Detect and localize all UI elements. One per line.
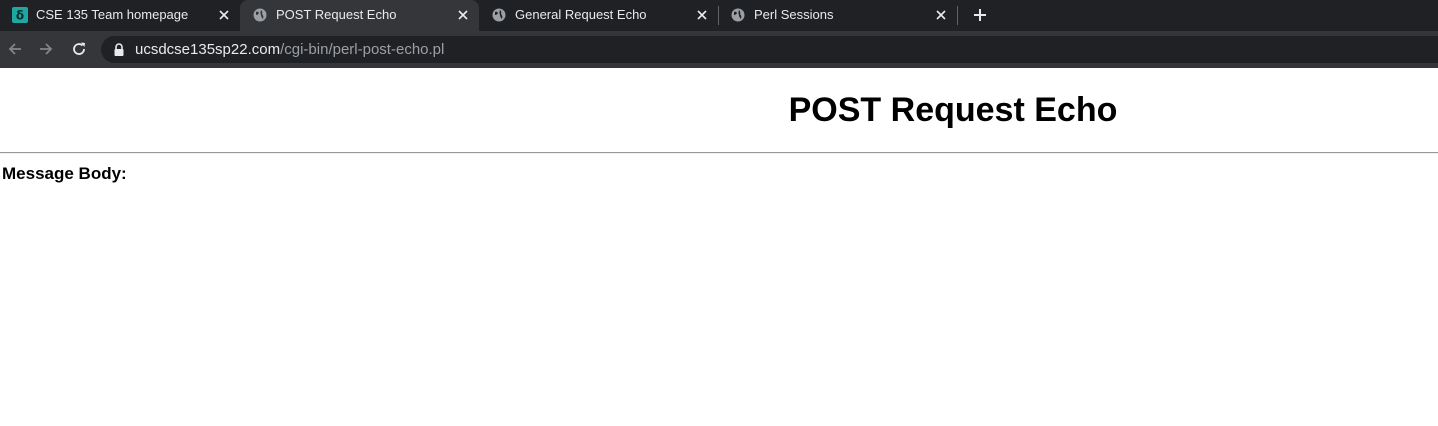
close-icon[interactable] — [216, 7, 232, 23]
tab-title: POST Request Echo — [276, 7, 397, 22]
tab-perl-sessions[interactable]: Perl Sessions — [718, 0, 957, 31]
globe-icon — [252, 7, 268, 23]
page-title: POST Request Echo — [788, 91, 1118, 129]
forward-arrow-icon[interactable] — [36, 39, 56, 59]
site-logo-icon: δ — [12, 7, 28, 23]
svg-text:δ: δ — [16, 9, 24, 23]
tab-title: CSE 135 Team homepage — [36, 7, 189, 22]
address-bar[interactable]: ucsdcse135sp22.com/cgi-bin/perl-post-ech… — [101, 36, 1438, 63]
browser-toolbar: ucsdcse135sp22.com/cgi-bin/perl-post-ech… — [0, 31, 1438, 68]
tab-post-request-echo[interactable]: POST Request Echo — [240, 0, 479, 31]
globe-icon — [491, 7, 507, 23]
browser-window: δ CSE 135 Team homepage POST Request Ech… — [0, 0, 1438, 426]
close-icon[interactable] — [933, 7, 949, 23]
tab-title: General Request Echo — [515, 7, 647, 22]
tab-cse135-homepage[interactable]: δ CSE 135 Team homepage — [0, 0, 240, 31]
page-content: POST Request Echo Message Body: — [0, 68, 1438, 426]
url-path: /cgi-bin/perl-post-echo.pl — [280, 41, 445, 58]
url-text[interactable]: ucsdcse135sp22.com/cgi-bin/perl-post-ech… — [135, 41, 444, 59]
tab-general-request-echo[interactable]: General Request Echo — [479, 0, 718, 31]
reload-icon[interactable] — [69, 39, 89, 59]
tab-strip: δ CSE 135 Team homepage POST Request Ech… — [0, 0, 1438, 31]
horizontal-rule — [0, 152, 1438, 154]
close-icon[interactable] — [455, 7, 471, 23]
lock-icon[interactable] — [113, 43, 125, 57]
url-host: ucsdcse135sp22.com — [135, 41, 281, 58]
globe-icon — [730, 7, 746, 23]
tab-separator — [957, 6, 958, 25]
back-arrow-icon[interactable] — [5, 39, 25, 59]
close-icon[interactable] — [694, 7, 710, 23]
new-tab-plus-icon[interactable] — [968, 4, 992, 26]
message-body-label: Message Body: — [2, 164, 127, 183]
tab-title: Perl Sessions — [754, 7, 834, 22]
